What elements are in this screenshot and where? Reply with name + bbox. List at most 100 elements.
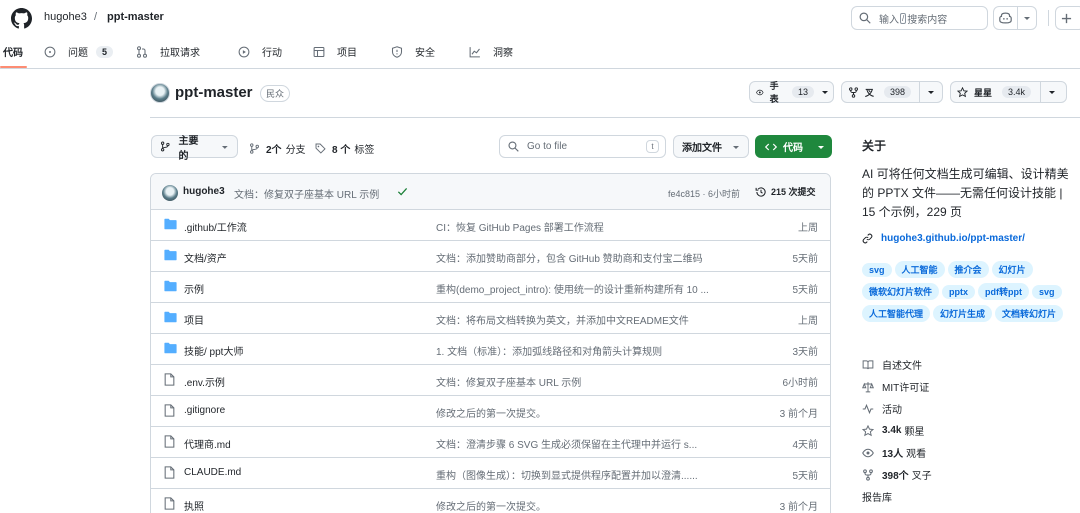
- pulse-icon: [862, 403, 874, 414]
- global-search-input[interactable]: 输入 / 搜索内容: [851, 6, 988, 30]
- file-commit-message[interactable]: 文档：澄清步骤 6 SVG 生成必须保留在主代理中并运行 s...: [436, 436, 736, 451]
- stars-link[interactable]: 3.4k 颗星: [862, 423, 924, 438]
- branch-icon: [160, 141, 170, 152]
- repo-owner-avatar[interactable]: [150, 83, 170, 103]
- tab-issues[interactable]: 问题 5: [44, 44, 114, 59]
- file-name[interactable]: 技能/ ppt大师: [184, 343, 243, 358]
- tags-label: 标签: [354, 145, 375, 156]
- fork-button[interactable]: 叉 398: [841, 81, 943, 103]
- forks-count: 398个: [882, 471, 909, 482]
- report-repository-link[interactable]: 报告库: [862, 489, 892, 504]
- table-row[interactable]: 技能/ ppt大师 1. 文档（标准）：添加弧线路径和对角箭头计算规则 3天前: [151, 334, 830, 365]
- file-name[interactable]: .gitignore: [184, 405, 225, 416]
- file-name[interactable]: 执照: [184, 498, 204, 513]
- tab-code[interactable]: 代码: [3, 44, 23, 59]
- go-to-file-input[interactable]: Go to file t: [499, 135, 666, 158]
- watch-button[interactable]: 手表 13: [749, 81, 834, 104]
- file-name[interactable]: 代理商.md: [184, 436, 231, 451]
- stars-count: 3.4k: [882, 425, 902, 436]
- readme-link[interactable]: 自述文件: [862, 357, 922, 372]
- table-row[interactable]: 示例 重构(demo_project_intro): 使用统一的设计重新构建所有 …: [151, 272, 830, 303]
- file-commit-message[interactable]: 修改之后的第一次提交。: [436, 405, 736, 420]
- commit-message[interactable]: 文档：修复双子座基本 URL 示例: [234, 186, 379, 201]
- table-row[interactable]: CLAUDE.md 重构（图像生成）：切换到显式提供程序配置并加以澄清......…: [151, 458, 830, 489]
- file-commit-message[interactable]: 修改之后的第一次提交。: [436, 498, 736, 513]
- breadcrumb-repo[interactable]: ppt-master: [107, 11, 164, 23]
- table-row[interactable]: 代理商.md 文档：澄清步骤 6 SVG 生成必须保留在主代理中并运行 s... 4…: [151, 427, 830, 458]
- commit-sha-time[interactable]: fe4c815 · 6小时前: [668, 187, 740, 200]
- topic-tag[interactable]: pdf转ppt: [978, 283, 1030, 300]
- table-row[interactable]: 项目 文档：将布局文档转换为英文，并添加中文README文件 上周: [151, 303, 830, 334]
- commit-author[interactable]: hugohe3: [183, 186, 225, 197]
- homepage-url: hugohe3.github.io/ppt-master/: [881, 233, 1025, 244]
- topic-tag[interactable]: pptx: [942, 285, 976, 299]
- file-commit-message[interactable]: 文档：修复双子座基本 URL 示例: [436, 374, 736, 389]
- create-new-button[interactable]: [1055, 6, 1080, 30]
- table-row[interactable]: .gitignore 修改之后的第一次提交。 3 前个月: [151, 396, 830, 427]
- file-name[interactable]: .github/工作流: [184, 219, 247, 234]
- file-name[interactable]: CLAUDE.md: [184, 467, 241, 478]
- file-commit-message[interactable]: 文档：将布局文档转换为英文，并添加中文README文件: [436, 312, 736, 327]
- check-icon[interactable]: [397, 186, 408, 197]
- tab-label: 行动: [262, 48, 282, 59]
- topic-tag[interactable]: 幻灯片: [991, 261, 1033, 278]
- tab-pull-requests[interactable]: 拉取请求: [136, 44, 200, 59]
- tab-insights[interactable]: 洞察: [469, 44, 513, 59]
- chevron-down-icon: [928, 91, 934, 94]
- go-to-file-placeholder: Go to file: [527, 141, 568, 152]
- table-row[interactable]: 文档/资产 文档：添加赞助商部分，包含 GitHub 赞助商和支付宝二维码 5天前: [151, 241, 830, 272]
- homepage-link[interactable]: hugohe3.github.io/ppt-master/: [862, 233, 1025, 244]
- topic-tag[interactable]: 人工智能: [894, 261, 945, 278]
- file-name[interactable]: .env.示例: [184, 374, 225, 389]
- repo-title[interactable]: ppt-master: [175, 84, 253, 101]
- file-commit-message[interactable]: 1. 文档（标准）：添加弧线路径和对角箭头计算规则: [436, 343, 736, 358]
- star-count: 3.4k: [1002, 86, 1032, 98]
- license-link[interactable]: MIT许可证: [862, 379, 929, 394]
- file-name[interactable]: 文档/资产: [184, 250, 227, 265]
- copilot-button[interactable]: [993, 6, 1037, 30]
- issue-icon: [44, 46, 56, 57]
- table-row[interactable]: .env.示例 文档：修复双子座基本 URL 示例 6小时前: [151, 365, 830, 396]
- file-name[interactable]: 示例: [184, 281, 204, 296]
- forks-link[interactable]: 398个 叉子: [862, 467, 932, 482]
- tab-label: 问题: [68, 48, 88, 59]
- watchers-link[interactable]: 13人 观看: [862, 445, 926, 460]
- table-row[interactable]: .github/工作流 CI：恢复 GitHub Pages 部署工作流程 上周: [151, 210, 830, 241]
- code-download-button[interactable]: 代码: [755, 135, 832, 158]
- commit-history-link[interactable]: 215 次提交: [755, 185, 816, 198]
- tab-security[interactable]: 安全: [391, 44, 435, 59]
- license-label: MIT许可证: [882, 383, 930, 394]
- branches-label: 分支: [285, 145, 306, 156]
- file-icon-wrap: [164, 435, 175, 451]
- topic-tag[interactable]: svg: [1032, 285, 1062, 299]
- tab-actions[interactable]: 行动: [238, 44, 282, 59]
- github-logo-icon[interactable]: [11, 8, 32, 29]
- breadcrumb-separator: /: [94, 11, 98, 23]
- branches-link[interactable]: 2个 分支: [249, 141, 306, 156]
- code-button-label: 代码: [783, 143, 803, 154]
- file-name[interactable]: 项目: [184, 312, 204, 327]
- table-row[interactable]: 执照 修改之后的第一次提交。 3 前个月: [151, 489, 830, 513]
- file-commit-time: 3天前: [792, 347, 818, 358]
- topic-tag[interactable]: 微软幻灯片软件: [862, 283, 940, 300]
- file-commit-message[interactable]: 文档：添加赞助商部分，包含 GitHub 赞助商和支付宝二维码: [436, 250, 736, 265]
- tab-projects[interactable]: 项目: [313, 44, 357, 59]
- file-commit-message[interactable]: 重构（图像生成）：切换到显式提供程序配置并加以澄清......: [436, 467, 736, 482]
- star-button[interactable]: 星星 3.4k: [950, 81, 1067, 103]
- stars-label: 颗星: [904, 427, 925, 438]
- file-commit-message[interactable]: 重构(demo_project_intro): 使用统一的设计重新构建所有 10…: [436, 281, 736, 296]
- topic-tag[interactable]: svg: [862, 263, 892, 277]
- file-commit-message[interactable]: CI：恢复 GitHub Pages 部署工作流程: [436, 219, 736, 234]
- breadcrumb-owner[interactable]: hugohe3: [44, 11, 87, 23]
- file-commit-time: 上周: [798, 316, 818, 327]
- activity-link[interactable]: 活动: [862, 401, 902, 416]
- branch-selector-button[interactable]: 主要的: [151, 135, 238, 162]
- tab-label: 拉取请求: [160, 48, 200, 59]
- tags-link[interactable]: 8 个 标签: [315, 141, 374, 156]
- topic-tag[interactable]: 推介会: [947, 261, 989, 278]
- avatar[interactable]: [162, 185, 178, 201]
- add-file-button[interactable]: 添加文件: [673, 135, 749, 158]
- topic-tag[interactable]: 幻灯片生成: [933, 305, 993, 322]
- topic-tag[interactable]: 文档转幻灯片: [995, 305, 1064, 322]
- topic-tag[interactable]: 人工智能代理: [862, 305, 931, 322]
